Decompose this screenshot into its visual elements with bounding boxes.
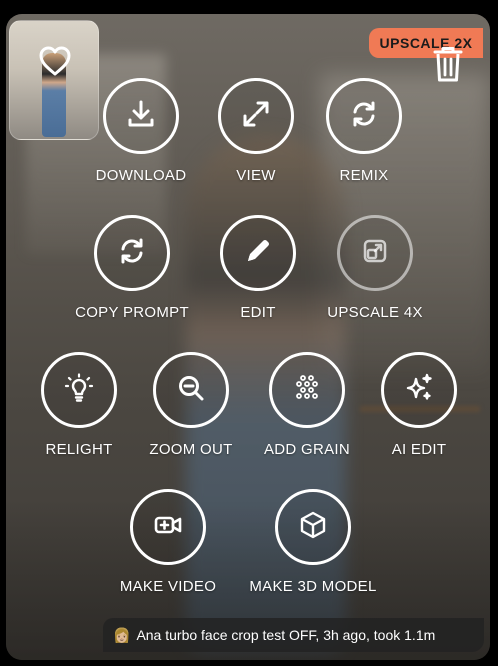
- ai-edit-button[interactable]: [381, 352, 457, 428]
- upscale-icon: [359, 235, 391, 272]
- make-3d-model-action[interactable]: MAKE 3D MODEL: [243, 489, 383, 595]
- refresh-icon: [116, 235, 148, 272]
- grain-icon: [291, 372, 323, 409]
- image-caption: 👩🏼 Ana turbo face crop test OFF, 3h ago,…: [103, 618, 484, 652]
- avatar-emoji: 👩🏼: [113, 626, 131, 643]
- lightbulb-icon: [63, 372, 95, 409]
- copy-prompt-label: COPY PROMPT: [75, 304, 189, 321]
- make-3d-model-label: MAKE 3D MODEL: [249, 578, 377, 595]
- remix-button[interactable]: [326, 78, 402, 154]
- heart-icon[interactable]: [37, 43, 73, 79]
- copy-prompt-action[interactable]: COPY PROMPT: [62, 215, 202, 321]
- sparkle-icon: [403, 372, 435, 409]
- upscale-4x-label: UPSCALE 4X: [327, 304, 423, 321]
- expand-icon: [240, 98, 272, 135]
- upscale-4x-button[interactable]: [337, 215, 413, 291]
- zoom-out-icon: [175, 372, 207, 409]
- remix-action[interactable]: REMIX: [294, 78, 434, 184]
- make-video-label: MAKE VIDEO: [119, 578, 217, 595]
- copy-prompt-button[interactable]: [94, 215, 170, 291]
- download-icon: [125, 98, 157, 135]
- view-button[interactable]: [218, 78, 294, 154]
- cube-icon: [297, 509, 329, 546]
- refresh-icon: [348, 98, 380, 135]
- ai-edit-action[interactable]: AI EDIT: [349, 352, 489, 458]
- remix-label: REMIX: [339, 167, 389, 184]
- download-button[interactable]: [103, 78, 179, 154]
- caption-text: Ana turbo face crop test OFF, 3h ago, to…: [136, 627, 436, 643]
- make-video-button[interactable]: [130, 489, 206, 565]
- ai-edit-label: AI EDIT: [391, 441, 447, 458]
- upscale-4x-action[interactable]: UPSCALE 4X: [305, 215, 445, 321]
- add-grain-button[interactable]: [269, 352, 345, 428]
- make-3d-model-button[interactable]: [275, 489, 351, 565]
- edit-button[interactable]: [220, 215, 296, 291]
- pencil-icon: [242, 235, 274, 272]
- make-video-action[interactable]: MAKE VIDEO: [98, 489, 238, 595]
- relight-button[interactable]: [41, 352, 117, 428]
- trash-icon[interactable]: [430, 44, 466, 84]
- zoom-out-button[interactable]: [153, 352, 229, 428]
- video-icon: [152, 509, 184, 546]
